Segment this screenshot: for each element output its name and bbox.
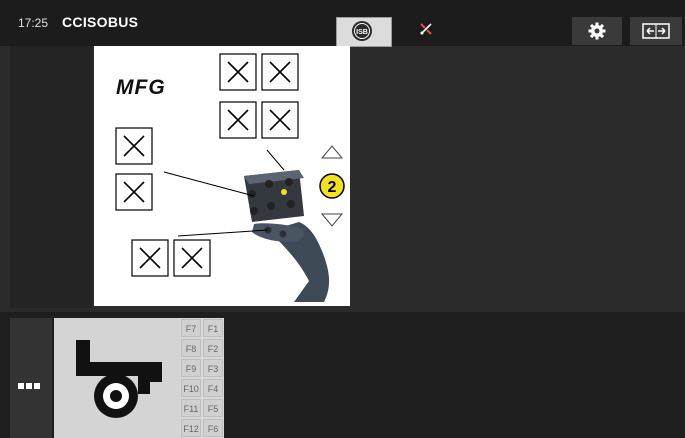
isb-circle-icon: ISB: [352, 21, 372, 41]
implement-tile[interactable]: [54, 318, 180, 438]
no-connection-icon: [420, 23, 432, 35]
joystick-panel: MFG 2: [94, 46, 350, 306]
level-number: 2: [328, 179, 337, 196]
function-key[interactable]: F10: [181, 379, 201, 397]
isb-label: ISB: [356, 29, 368, 36]
function-key-panel: F7 F1 F8 F2 F9 F3 F10 F4 F11 F5 F12 F6: [180, 318, 224, 438]
settings-button[interactable]: [572, 17, 622, 45]
switch-screens-icon: [642, 23, 670, 39]
function-key[interactable]: F12: [181, 419, 201, 437]
function-key[interactable]: F9: [181, 359, 201, 377]
function-key[interactable]: F6: [203, 419, 223, 437]
clock: 17:25: [18, 16, 49, 30]
level-up-icon: [320, 145, 344, 159]
implement-icon: [76, 340, 162, 418]
more-menu-icon: [18, 376, 42, 394]
gear-icon: [588, 22, 606, 40]
level-down-icon: [320, 213, 344, 227]
function-key[interactable]: F8: [181, 339, 201, 357]
function-key[interactable]: F7: [181, 319, 201, 337]
left-panel: [10, 46, 92, 308]
function-key[interactable]: F1: [203, 319, 223, 337]
function-key[interactable]: F2: [203, 339, 223, 357]
function-key[interactable]: F4: [203, 379, 223, 397]
isb-button[interactable]: ISB: [336, 17, 392, 47]
top-bar: 17:25 CCISOBUS ISB: [0, 0, 685, 47]
function-key[interactable]: F5: [203, 399, 223, 417]
function-key[interactable]: F3: [203, 359, 223, 377]
joystick-diagram: 2: [115, 53, 345, 302]
function-key[interactable]: F11: [181, 399, 201, 417]
brand-logo: CCISOBUS: [62, 14, 139, 30]
switch-screens-button[interactable]: [630, 17, 682, 45]
more-menu-button[interactable]: [10, 318, 52, 438]
